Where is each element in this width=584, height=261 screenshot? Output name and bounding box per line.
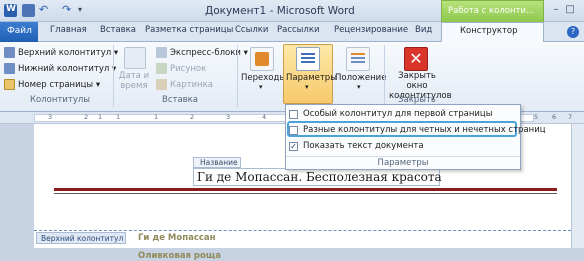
ruler-number: 6 [552,113,557,121]
transitions-icon [250,47,274,71]
odd-even-checkbox[interactable] [289,125,298,135]
maximize-icon[interactable]: □ [563,3,577,16]
left-margin-bar [0,124,34,248]
clipart-button[interactable]: Картинка [156,79,213,90]
window-title: Документ1 - Microsoft Word [205,5,355,17]
footer-icon [4,63,15,74]
header-label: Верхний колонтитул ▾ [18,47,119,58]
close-header-icon: ✕ [404,47,428,71]
tab-view[interactable]: Вид [415,25,432,35]
clipart-label: Картинка [170,79,214,90]
help-icon[interactable]: ? [567,26,579,38]
tab-home[interactable]: Главная [50,25,87,35]
ruler-number: 7 [568,113,573,121]
position-icon [346,47,370,71]
dropdown-footer-label: Параметры [377,158,429,168]
ribbon-separator [113,45,114,107]
transitions-arrow-icon: ▾ [259,83,263,91]
ruler-number: 1 [98,113,103,121]
ruler-number: 2 [190,113,195,121]
tab-mailings[interactable]: Рассылки [277,25,319,35]
minimize-icon[interactable]: – [549,3,563,16]
redo-icon[interactable]: ↷ [62,3,71,16]
save-icon[interactable] [22,4,35,17]
first-page-checkbox[interactable] [289,109,298,119]
tab-references[interactable]: Ссылки [235,25,268,35]
header-boundary [34,230,571,231]
express-blocks-button[interactable]: Экспресс-блоки ▾ [156,47,248,58]
picture-icon [156,63,167,74]
header-region-tag: Верхний колонтитул [36,232,126,244]
header-button[interactable]: Верхний колонтитул ▾ [4,47,118,58]
group-label-vstavka: Вставка [161,95,199,105]
show-text-option-label: Показать текст документа [303,141,424,151]
title-content-control-tag[interactable]: Название [193,157,241,168]
header-subtitle[interactable]: Оливковая роща [138,251,221,261]
date-time-label-2: время [120,81,148,91]
page-number-label: Номер страницы ▾ [18,79,101,90]
position-arrow-icon: ▾ [357,83,361,91]
footer-label: Нижний колонтитул ▾ [18,63,117,74]
undo-icon[interactable]: ↶ [39,3,48,16]
parameters-icon [296,47,320,71]
ruler-number: 1 [154,113,159,121]
ruler-number: 3 [226,113,231,121]
date-time-label-1: Дата и [118,71,150,81]
close-label-1: Закрыть окно [398,71,436,91]
first-page-option[interactable]: Особый колонтитул для первой страницы [289,109,492,119]
ribbon-separator [237,45,238,107]
ribbon-separator [384,45,385,107]
position-button[interactable]: Положение [335,73,386,83]
vertical-scrollbar[interactable] [571,124,584,248]
odd-even-option-label: Разные колонтитулы для четных и нечетных… [303,125,546,135]
show-text-checkbox[interactable]: ✓ [289,141,298,151]
tab-review[interactable]: Рецензирование [334,25,408,35]
ruler-number: 1 [116,113,121,121]
header-icon [4,47,15,58]
title-rule-thin [54,193,557,194]
express-blocks-icon [156,47,167,58]
document-title: Ги де Мопассан. Бесполезная красота [197,170,442,184]
parameters-button[interactable]: Параметры [286,73,337,83]
date-time-icon [124,47,146,69]
transitions-button[interactable]: Переходы [241,73,286,83]
qat-dropdown-icon[interactable]: ▾ [78,5,82,14]
picture-button[interactable]: Рисунок [156,63,206,74]
footer-button[interactable]: Нижний колонтитул ▾ [4,63,116,74]
parameters-arrow-icon: ▾ [305,83,309,91]
picture-label: Рисунок [170,63,207,74]
context-tab-header: Работа с колонти... [441,0,544,22]
odd-even-option[interactable]: Разные колонтитулы для четных и нечетных… [289,125,546,135]
header-author[interactable]: Ги де Мопассан [138,233,216,243]
show-text-option[interactable]: ✓ Показать текст документа [289,141,424,151]
tab-constructor[interactable]: Конструктор [441,22,544,42]
dropdown-footer-divider [286,156,520,157]
date-time-button[interactable]: Дата и время [117,71,151,91]
word-icon[interactable]: W [4,4,17,17]
tab-file[interactable]: Файл [0,22,38,42]
ruler-number: 3 [48,113,53,121]
clipart-icon [156,79,167,90]
page-number-icon [4,79,15,90]
group-label-kolontituly: Колонтитулы [29,95,91,105]
ruler-number: 4 [262,113,267,121]
page-number-button[interactable]: Номер страницы ▾ [4,79,100,90]
tab-page-layout[interactable]: Разметка страницы [145,25,233,35]
first-page-option-label: Особый колонтитул для первой страницы [303,109,493,119]
ruler-number: 5 [534,113,539,121]
title-rule [54,188,557,191]
ruler-number: 2 [84,113,89,121]
tab-insert[interactable]: Вставка [100,25,136,35]
